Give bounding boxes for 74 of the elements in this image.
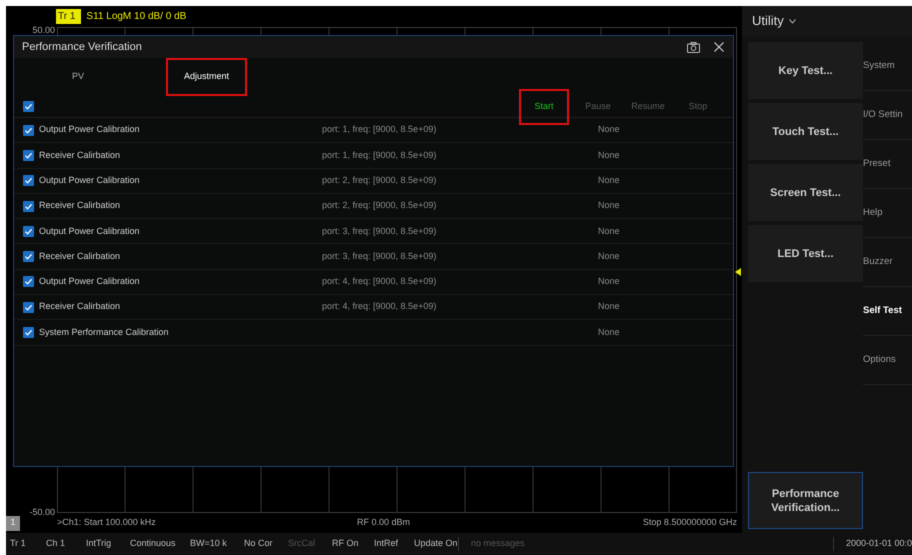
item-parameters: port: 2, freq: [9000, 8.5e+09) [322, 174, 438, 187]
trace-label[interactable]: Tr 1 [56, 9, 82, 24]
item-name: Receiver Calirbation [39, 148, 122, 162]
side-button[interactable]: Touch Test... [748, 103, 863, 160]
menu-item[interactable]: Preset [863, 140, 912, 189]
item-name: Output Power Calibration [39, 174, 141, 187]
checkbox[interactable] [23, 251, 34, 262]
item-result: None [598, 275, 620, 288]
item-result: None [598, 300, 620, 314]
item-result: None [598, 326, 620, 339]
item-name: Receiver Calirbation [39, 199, 122, 212]
rf-power: RF 0.00 dBm [357, 516, 412, 530]
item-name: System Performance Calibration [39, 326, 170, 339]
side-button[interactable]: Performance Verification... [748, 472, 863, 529]
status-message: no messages [471, 537, 525, 550]
date-time: 2000-01-01 00:0 [846, 537, 912, 550]
tab[interactable]: PV [54, 58, 102, 96]
checkbox[interactable] [23, 302, 34, 313]
item-result: None [598, 250, 620, 263]
item-result: None [598, 199, 620, 212]
item-result: None [598, 224, 620, 238]
checkbox[interactable] [23, 101, 34, 112]
status-item[interactable]: Update On [414, 537, 458, 551]
item-name: Output Power Calibration [39, 123, 141, 136]
status-item[interactable]: Tr 1 [10, 537, 46, 551]
chevron-down-icon[interactable] [788, 18, 796, 24]
item-name: Output Power Calibration [39, 275, 141, 288]
start-frequency: >Ch1: Start 100.000 kHz [57, 516, 157, 530]
menu-item[interactable]: System [863, 42, 912, 91]
item-result: None [598, 174, 620, 187]
menu-item[interactable]: Buzzer [863, 238, 912, 287]
trace-info: S11 LogM 10 dB/ 0 dB [86, 10, 186, 24]
checkbox[interactable] [23, 175, 34, 186]
checkbox[interactable] [23, 226, 34, 237]
item-parameters: port: 3, freq: [9000, 8.5e+09) [322, 224, 438, 238]
status-item[interactable]: RF On [332, 537, 374, 551]
panel-title: Utility [752, 12, 784, 30]
item-name: Output Power Calibration [39, 224, 141, 238]
tab[interactable]: Adjustment [166, 58, 248, 96]
menu-item[interactable]: Self Test [863, 287, 912, 336]
camera-icon[interactable] [687, 42, 700, 52]
item-name: Receiver Calirbation [39, 250, 122, 263]
action-button[interactable]: Start [519, 88, 569, 124]
checkbox[interactable] [23, 200, 34, 212]
menu-item[interactable]: Help [863, 189, 912, 238]
status-item[interactable]: Ch 1 [46, 537, 86, 551]
item-parameters: port: 4, freq: [9000, 8.5e+09) [322, 300, 438, 314]
checkbox[interactable] [23, 150, 34, 161]
status-item[interactable]: Continuous [130, 537, 190, 551]
item-result: None [598, 148, 620, 162]
side-button[interactable]: Screen Test... [748, 164, 863, 221]
side-button[interactable]: Key Test... [748, 42, 863, 99]
status-item[interactable]: BW=10 k [190, 537, 244, 551]
checkbox[interactable] [23, 124, 34, 136]
status-item[interactable]: No Cor [244, 537, 288, 551]
dialog-title: Performance Verification [22, 40, 142, 55]
item-parameters: port: 1, freq: [9000, 8.5e+09) [322, 148, 438, 162]
axis-label: 50.00 [32, 24, 55, 37]
item-parameters: port: 4, freq: [9000, 8.5e+09) [322, 275, 438, 288]
item-parameters: port: 2, freq: [9000, 8.5e+09) [322, 199, 438, 212]
checkbox[interactable] [23, 276, 34, 288]
stop-frequency: Stop 8.500000000 GHz [642, 516, 737, 530]
status-item[interactable]: IntTrig [86, 537, 130, 551]
menu-item[interactable]: I/O Settin [863, 91, 912, 140]
close-icon[interactable] [714, 42, 724, 52]
item-result: None [598, 123, 620, 136]
item-parameters: port: 3, freq: [9000, 8.5e+09) [322, 250, 438, 263]
item-parameters: port: 1, freq: [9000, 8.5e+09) [322, 123, 438, 136]
item-name: Receiver Calirbation [39, 300, 122, 314]
status-item[interactable]: IntRef [374, 537, 414, 551]
menu-item[interactable]: Options [863, 336, 912, 385]
side-button[interactable]: LED Test... [748, 225, 863, 282]
checkbox[interactable] [23, 327, 34, 338]
axis-label: -50.00 [29, 506, 55, 518]
